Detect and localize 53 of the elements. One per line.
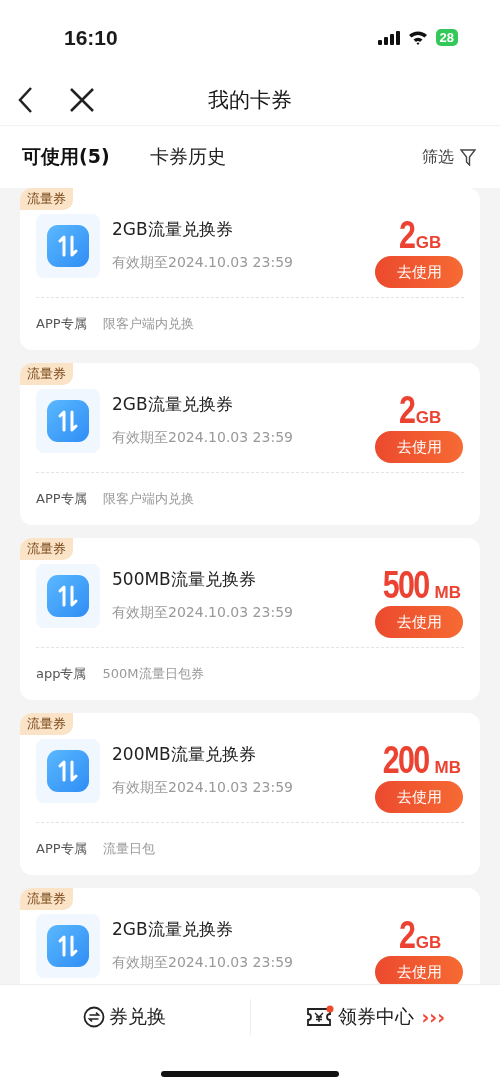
coupon-tag: 流量券 [20, 363, 73, 385]
platform-label: app专属 [36, 665, 87, 683]
coupon-title: 2GB流量兑换券 [112, 918, 234, 941]
platform-label: APP专属 [36, 315, 87, 333]
data-transfer-icon [36, 389, 100, 453]
coupon-note: 限客户端内兑换 [102, 315, 194, 333]
coupon-tag: 流量券 [20, 538, 73, 560]
data-transfer-icon [36, 739, 100, 803]
coupon-unit: GB [415, 233, 442, 253]
wifi-icon [407, 30, 428, 45]
coupon-unit: MB [434, 583, 461, 603]
filter-button[interactable]: 筛选 [422, 146, 476, 168]
exchange-icon [83, 1006, 106, 1028]
platform-label: APP专属 [36, 490, 87, 508]
coupon-amount: 2 [398, 389, 414, 432]
validity-date: 有效期至2024.10.03 23:59 [112, 954, 293, 972]
coupon-title: 500MB流量兑换券 [112, 568, 257, 591]
coupon-title: 200MB流量兑换券 [112, 743, 257, 766]
coupon-title: 2GB流量兑换券 [112, 393, 234, 416]
signal-icon [377, 30, 400, 45]
data-transfer-icon [36, 214, 100, 278]
coupon-amount: 2 [398, 914, 414, 957]
ticket-icon [305, 1005, 334, 1029]
tab[interactable]: 卡券历史 [149, 144, 226, 170]
status-time: 16:10 [64, 25, 118, 50]
close-icon[interactable] [69, 87, 95, 113]
coupon-unit: MB [434, 758, 461, 778]
platform-label: APP专属 [36, 840, 87, 858]
coupon-title: 2GB流量兑换券 [112, 218, 234, 241]
exchange-button[interactable]: 券兑换 [0, 1003, 250, 1031]
coupon-tag: 流量券 [20, 713, 73, 735]
coupon-center-button[interactable]: 领券中心 ››› [250, 1003, 500, 1031]
battery-indicator: 28 [435, 29, 458, 46]
filter-icon [460, 148, 476, 166]
coupon-amount: 200 [382, 739, 429, 782]
data-transfer-icon [36, 564, 100, 628]
page-title: 我的卡券 [207, 87, 293, 114]
coupon-amount: 500 [382, 564, 429, 607]
data-transfer-icon [36, 914, 100, 978]
tab[interactable]: 可使用(5) [22, 144, 110, 170]
back-icon[interactable] [17, 86, 33, 114]
validity-date: 有效期至2024.10.03 23:59 [112, 429, 293, 447]
coupon-unit: GB [415, 933, 442, 953]
coupon-unit: GB [415, 408, 442, 428]
validity-date: 有效期至2024.10.03 23:59 [112, 604, 293, 622]
coupon-amount: 2 [398, 214, 414, 257]
validity-date: 有效期至2024.10.03 23:59 [112, 779, 293, 797]
coupon-tag: 流量券 [20, 888, 73, 910]
validity-date: 有效期至2024.10.03 23:59 [112, 254, 293, 272]
coupon-note: 流量日包 [102, 840, 155, 858]
coupon-note: 500M流量日包券 [102, 665, 204, 683]
coupon-note: 限客户端内兑换 [102, 490, 194, 508]
coupon-tag: 流量券 [20, 188, 73, 210]
